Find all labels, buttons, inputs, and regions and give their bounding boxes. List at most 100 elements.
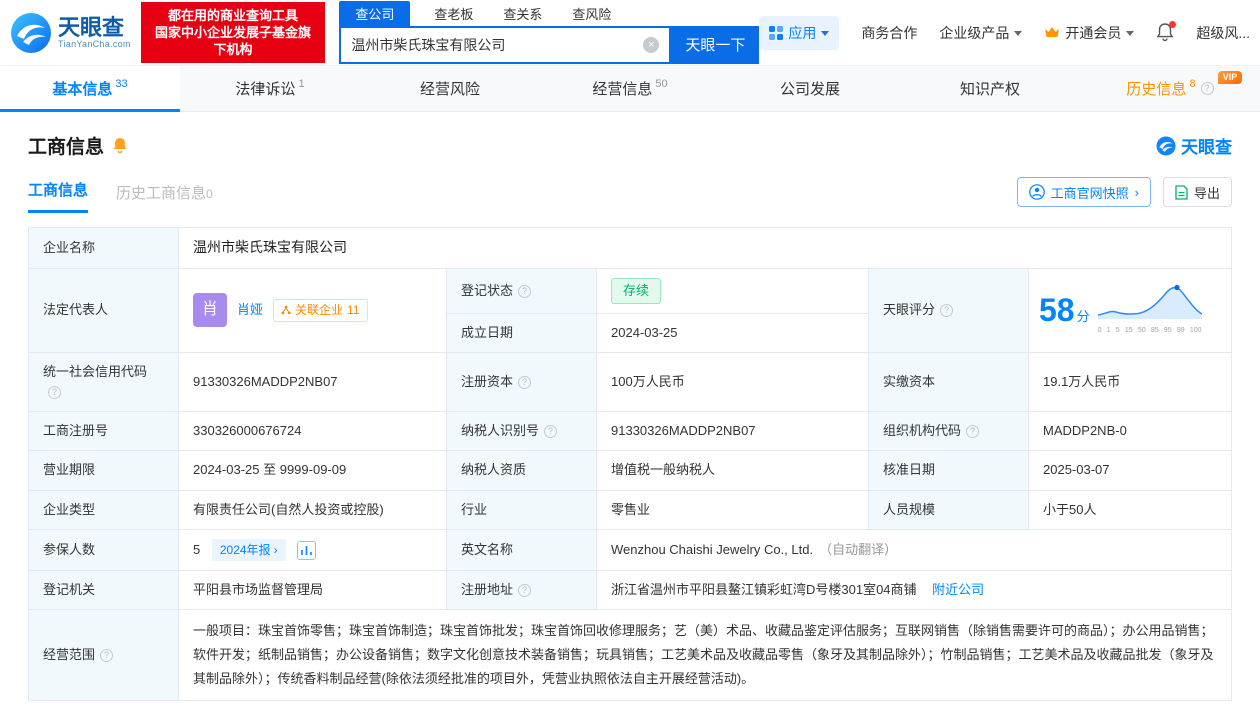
approval-date-value: 2025-03-07: [1028, 450, 1232, 491]
chevron-down-icon: [821, 31, 830, 36]
table-row: 统一社会信用代码? 91330326MADDP2NB07 注册资本? 100万人…: [28, 351, 1232, 413]
reg-no-value: 330326000676724: [178, 411, 447, 452]
search-tab-risk[interactable]: 查风险: [566, 1, 617, 26]
reg-capital-label: 注册资本?: [446, 351, 597, 413]
search-input-wrap: ×: [339, 25, 672, 64]
taxpayer-quality-label: 纳税人资质: [446, 450, 597, 491]
scope-label: 经营范围?: [28, 609, 179, 702]
help-icon[interactable]: ?: [518, 584, 532, 598]
taxpayer-quality-value: 增值税一般纳税人: [596, 450, 869, 491]
help-icon[interactable]: ?: [100, 649, 114, 663]
tab-intellectual-property[interactable]: 知识产权: [900, 66, 1080, 111]
legal-rep-label: 法定代表人: [28, 267, 179, 353]
table-row: 法定代表人 肖 肖娅 关联企业 11 登记状态 ? 存续 天眼评分 ? 58 分…: [28, 267, 1232, 353]
annual-report-badge[interactable]: 2024年报 ›: [211, 538, 286, 562]
company-type-value: 有限责任公司(自然人投资或控股): [178, 489, 447, 530]
table-row: 经营范围? 一般项目：珠宝首饰零售；珠宝首饰制造；珠宝首饰批发；珠宝首饰回收修理…: [28, 609, 1232, 702]
search-tab-boss[interactable]: 查老板: [428, 1, 479, 26]
term-label: 营业期限: [28, 450, 179, 491]
table-row: 登记机关 平阳县市场监督管理局 注册地址? 浙江省温州市平阳县鳌江镇彩虹湾D号楼…: [28, 570, 1232, 611]
grid-icon: [769, 25, 784, 40]
address-value: 浙江省温州市平阳县鳌江镇彩虹湾D号楼301室04商铺 附近公司: [596, 570, 1232, 611]
official-snapshot-button[interactable]: 工商官网快照 ›: [1016, 177, 1151, 207]
company-type-label: 企业类型: [28, 489, 179, 530]
tab-basic-info[interactable]: 基本信息 33: [0, 66, 180, 112]
tianyancha-logo[interactable]: 天眼查 TianYanCha.com: [10, 12, 131, 54]
tianyancha-mini-icon: [1156, 135, 1176, 156]
reg-authority-value: 平阳县市场监督管理局: [178, 570, 447, 611]
search-tab-relation[interactable]: 查关系: [497, 1, 548, 26]
business-cooperation-link[interactable]: 商务合作: [861, 23, 917, 43]
establish-date-value: 2024-03-25: [596, 312, 869, 353]
table-row: 参保人数 5 2024年报 › 英文名称 Wenzhou Chaishi Jewe…: [28, 528, 1232, 572]
help-icon[interactable]: ?: [966, 425, 980, 439]
score-distribution-chart: 0 1 5 15 50 85 95 99 100: [1097, 283, 1202, 337]
person-circle-icon: [1028, 184, 1045, 200]
chevron-down-icon: [1126, 31, 1135, 36]
promo-banner: 都在用的商业查询工具 国家中小企业发展子基金旗下机构: [140, 2, 326, 63]
help-icon[interactable]: ?: [48, 386, 61, 400]
tab-history-info[interactable]: VIP 历史信息 8 ?: [1080, 66, 1260, 111]
watermark-logo: 天眼查: [1156, 133, 1232, 158]
legal-rep-name-link[interactable]: 肖娅: [237, 300, 263, 320]
status-badge: 存续: [611, 277, 662, 304]
tab-company-development[interactable]: 公司发展: [720, 66, 900, 111]
table-row: 企业类型 有限责任公司(自然人投资或控股) 行业 零售业 人员规模 小于50人: [28, 489, 1232, 530]
help-icon[interactable]: ?: [1200, 82, 1214, 95]
report-compare-icon[interactable]: [297, 540, 317, 560]
english-name-value: Wenzhou Chaishi Jewelry Co., Ltd. （自动翻译）: [596, 528, 1232, 572]
business-info-table: 企业名称 温州市柴氏珠宝有限公司 法定代表人 肖 肖娅 关联企业 11 登记状态…: [28, 227, 1232, 702]
nearby-companies-link[interactable]: 附近公司: [932, 582, 984, 597]
brand-domain: TianYanCha.com: [58, 38, 131, 49]
notifications-bell[interactable]: [1156, 21, 1177, 42]
org-code-label: 组织机构代码?: [868, 411, 1029, 452]
subtab-business-info[interactable]: 工商信息: [28, 179, 89, 213]
credit-code-label: 统一社会信用代码?: [28, 351, 179, 413]
export-button[interactable]: 导出: [1162, 177, 1232, 207]
legal-rep-cell: 肖 肖娅 关联企业 11: [178, 267, 447, 353]
search-input[interactable]: [351, 36, 644, 53]
reg-no-label: 工商注册号: [28, 411, 179, 452]
company-name-label: 企业名称: [28, 227, 179, 269]
company-name-value: 温州市柴氏珠宝有限公司: [178, 227, 1232, 269]
related-companies-badge[interactable]: 关联企业 11: [273, 299, 368, 322]
paid-capital-label: 实缴资本: [868, 351, 1029, 413]
help-icon[interactable]: ?: [940, 304, 954, 318]
table-row: 工商注册号 330326000676724 纳税人识别号? 91330326MA…: [28, 411, 1232, 452]
score-cell[interactable]: 58 分 0 1 5 15 50 85 95 99 100: [1028, 267, 1232, 353]
vip-upgrade-menu[interactable]: 开通会员: [1044, 23, 1135, 43]
super-risk-link[interactable]: 超级风...: [1196, 23, 1250, 43]
chevron-down-icon: [1014, 31, 1023, 36]
insured-value: 5 2024年报 ›: [178, 528, 447, 572]
score-axis-ticks: 0 1 5 15 50 85 95 99 100: [1097, 327, 1202, 335]
help-icon[interactable]: ?: [518, 284, 532, 298]
company-section-tabs: 基本信息 33 法律诉讼 1 经营风险 经营信息 50 公司发展 知识产权 VIP 历…: [0, 66, 1260, 112]
reg-status-value: 存续: [596, 267, 869, 314]
table-row: 营业期限 2024-03-25 至 9999-09-09 纳税人资质 增值税一般…: [28, 450, 1232, 491]
credit-code-value: 91330326MADDP2NB07: [178, 351, 447, 413]
industry-value: 零售业: [596, 489, 869, 530]
help-icon[interactable]: ?: [544, 425, 558, 439]
arrow-right-icon: ›: [273, 542, 278, 557]
search-button[interactable]: 天眼一下: [671, 25, 760, 64]
search-tab-company[interactable]: 查公司: [339, 0, 411, 26]
section-title: 工商信息: [28, 137, 105, 158]
clear-search-icon[interactable]: ×: [643, 36, 660, 53]
paid-capital-value: 19.1万人民币: [1028, 351, 1232, 413]
tab-legal-proceedings[interactable]: 法律诉讼 1: [180, 66, 360, 111]
subscribe-bell-icon[interactable]: [112, 137, 128, 154]
arrow-right-icon: ›: [1134, 184, 1139, 200]
search-tabs: 查公司 查老板 查关系 查风险: [339, 0, 759, 26]
help-icon[interactable]: ?: [518, 376, 532, 390]
top-header: 天眼查 TianYanCha.com 都在用的商业查询工具 国家中小企业发展子基…: [0, 0, 1260, 66]
legal-rep-avatar[interactable]: 肖: [193, 293, 227, 328]
brand-name: 天眼查: [58, 14, 125, 40]
apps-menu[interactable]: 应用: [759, 15, 840, 50]
establish-date-label: 成立日期: [446, 312, 597, 353]
tab-operating-info[interactable]: 经营信息 50: [540, 66, 720, 111]
tianyancha-logo-icon: [11, 12, 51, 53]
subtab-history-business-info[interactable]: 历史工商信息0: [116, 182, 213, 213]
watermark-text: 天眼查: [1181, 138, 1232, 157]
tab-operating-risk[interactable]: 经营风险: [360, 66, 540, 111]
enterprise-products-menu[interactable]: 企业级产品: [939, 23, 1023, 43]
